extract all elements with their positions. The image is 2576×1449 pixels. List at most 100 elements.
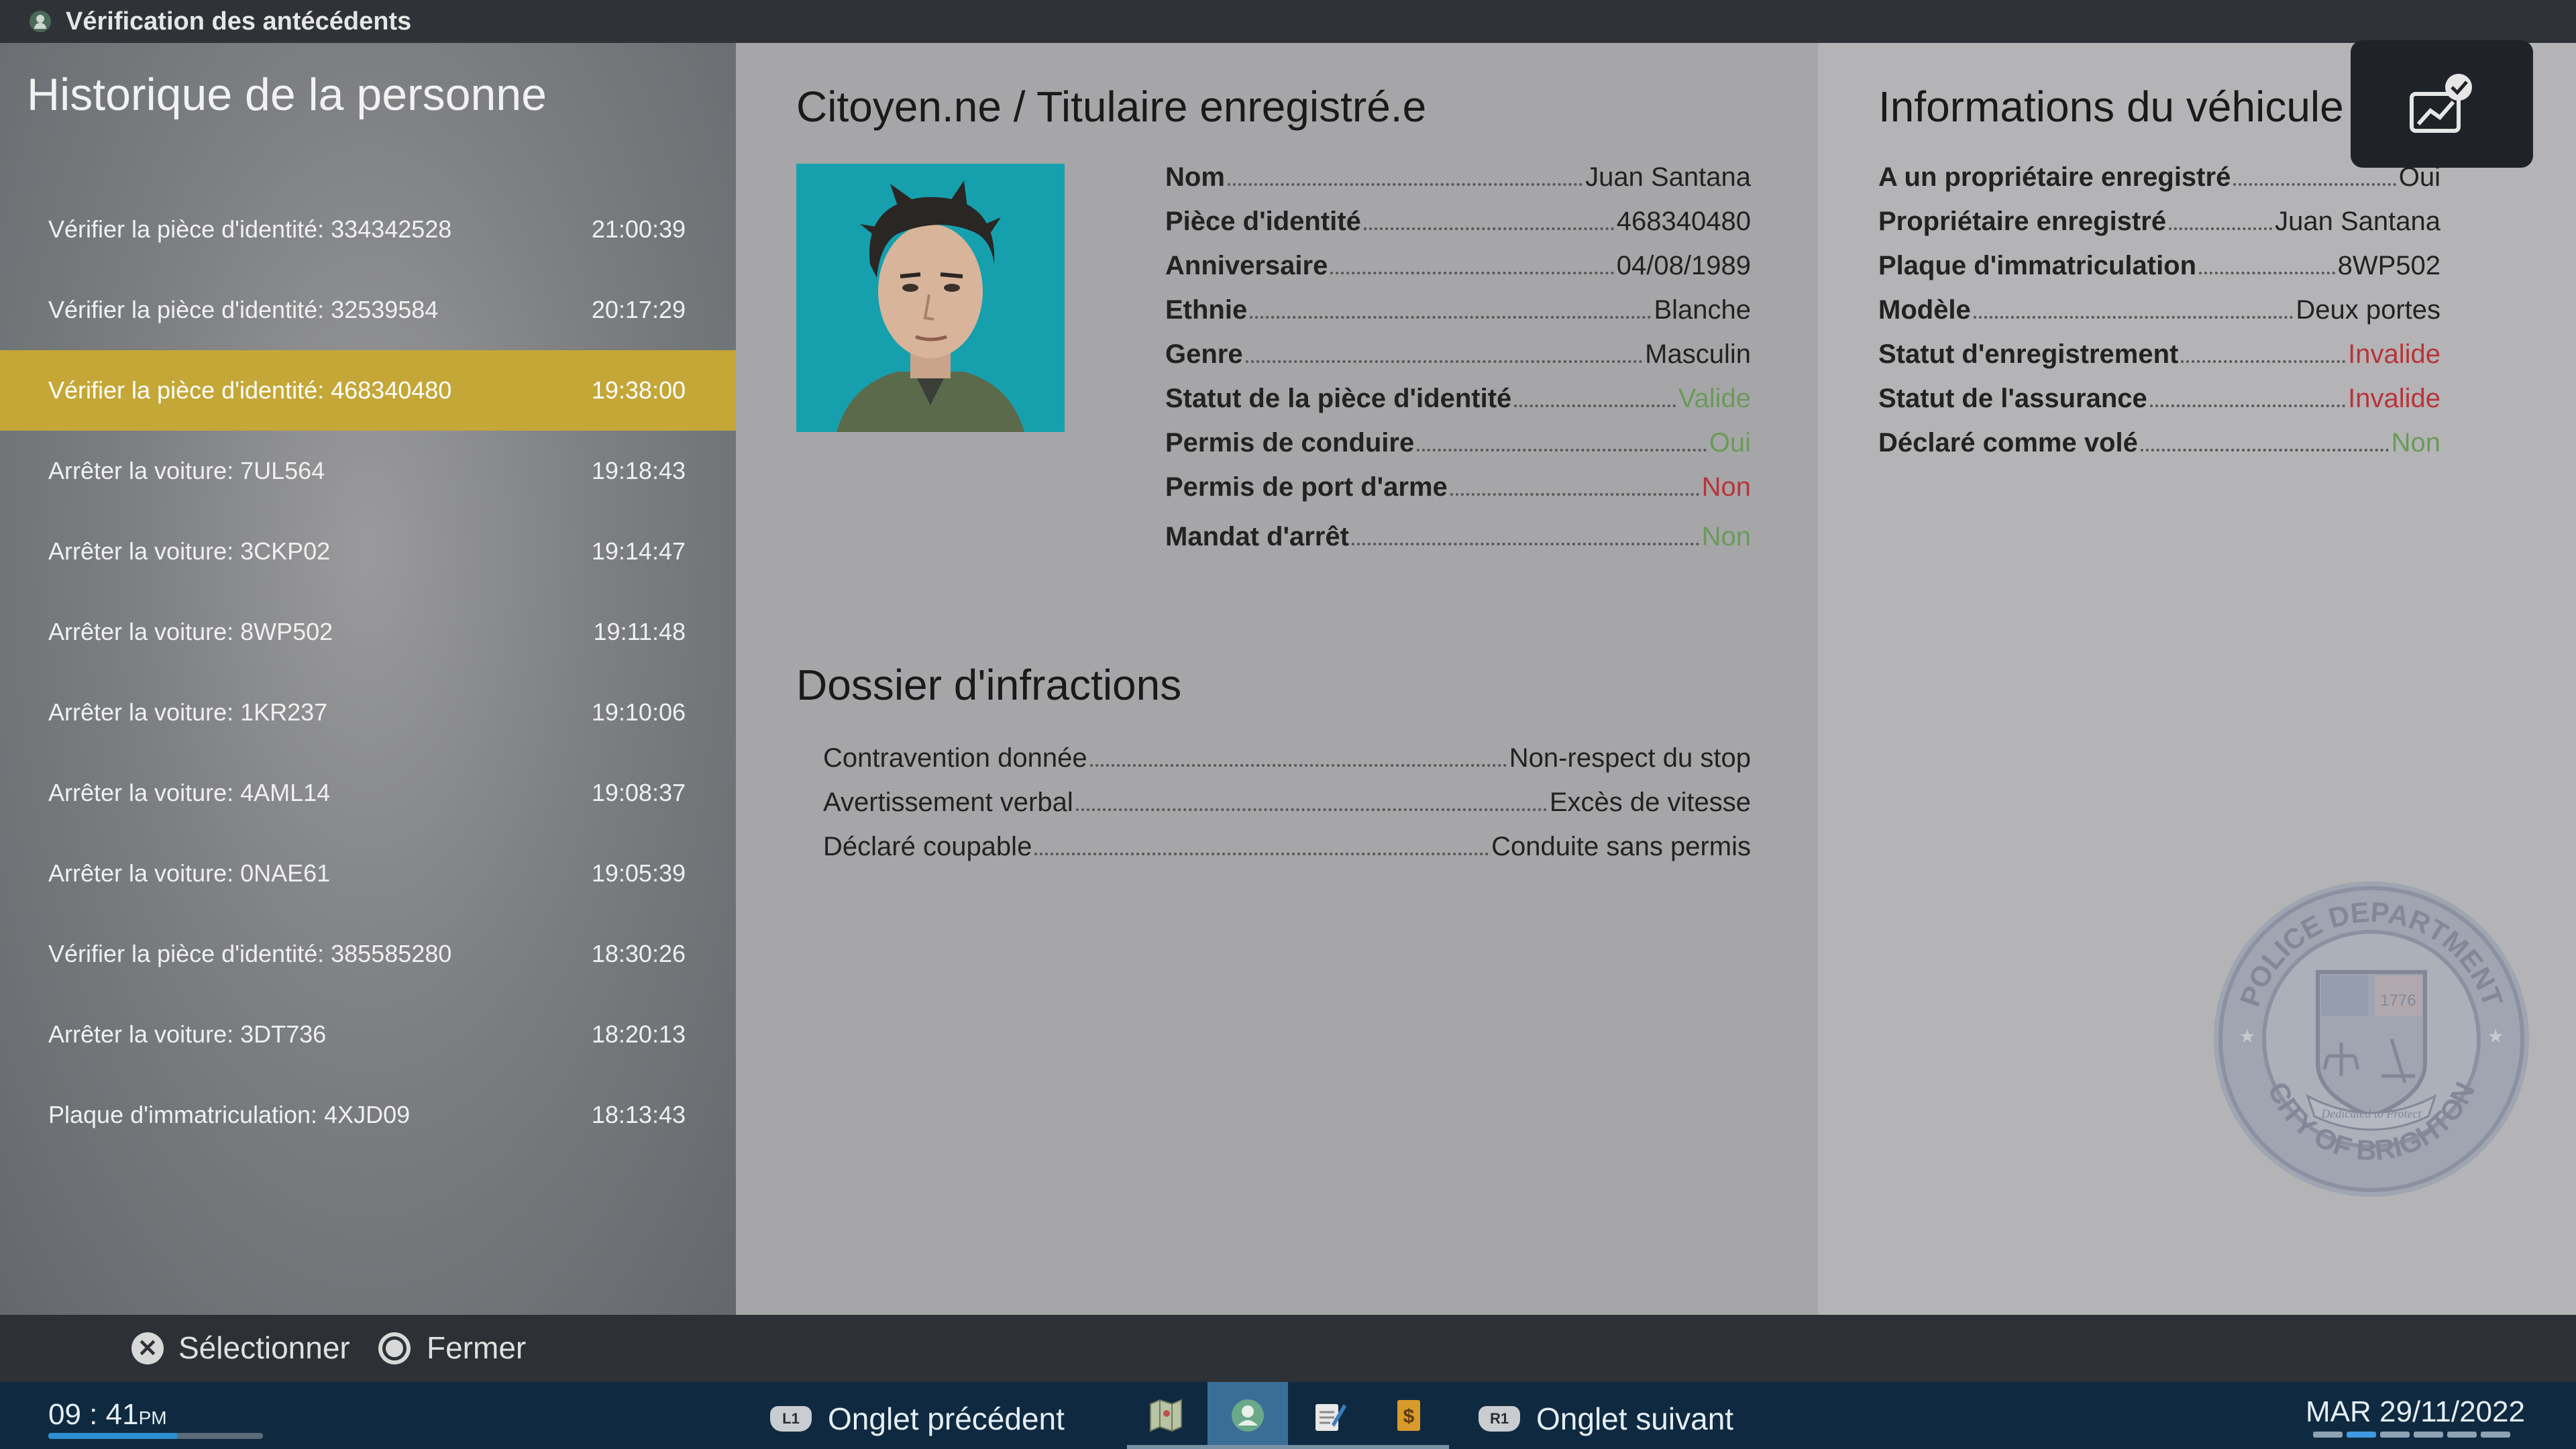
dot-leader (2199, 272, 2335, 274)
field-value: Masculin (1645, 339, 1751, 369)
field-label: Statut d'enregistrement (1878, 339, 2179, 369)
history-item[interactable]: Arrêter la voiture: 0NAE61 19:05:39 (0, 833, 736, 914)
svg-text:★: ★ (2487, 1026, 2504, 1046)
app-tabs-underline (1127, 1445, 1449, 1449)
clock: 09 : 41PM (48, 1398, 167, 1432)
history-item[interactable]: Vérifier la pièce d'identité: 385585280 1… (0, 914, 736, 994)
analytics-check-button[interactable] (2351, 40, 2533, 168)
citizen-portrait (796, 164, 1065, 432)
person-check-icon[interactable] (1226, 1394, 1269, 1437)
date-display: MAR 29/11/2022 (2306, 1395, 2525, 1428)
dot-leader (2169, 227, 2273, 230)
history-item-time: 19:10:06 (591, 698, 686, 726)
history-item[interactable]: Vérifier la pièce d'identité: 32539584 20… (0, 270, 736, 350)
citizen-field-row: Permis de conduire Oui (1165, 428, 1751, 458)
offense-row: Avertissement verbal Excès de vitesse (823, 788, 1751, 818)
history-item[interactable]: Arrêter la voiture: 3DT736 18:20:13 (0, 994, 736, 1075)
dot-leader (1089, 764, 1507, 767)
field-value: 04/08/1989 (1616, 251, 1751, 280)
history-item-label: Arrêter la voiture: 7UL564 (48, 457, 325, 484)
citizen-field-row: Ethnie Blanche (1165, 295, 1751, 325)
vehicle-field-row: A un propriétaire enregistré Oui (1878, 162, 2440, 193)
history-item-time: 18:13:43 (591, 1101, 686, 1128)
vehicle-field-row: Propriétaire enregistré Juan Santana (1878, 207, 2440, 237)
field-label: Genre (1165, 339, 1243, 369)
field-value: Non (1701, 472, 1751, 502)
field-label: Modèle (1878, 295, 1971, 325)
field-label: Statut de la pièce d'identité (1165, 384, 1512, 413)
field-value: Juan Santana (1585, 162, 1751, 192)
prev-tab-label: Onglet précédent (828, 1401, 1065, 1436)
next-tab-button[interactable]: R1 Onglet suivant (1479, 1401, 1733, 1437)
dot-leader (2149, 405, 2346, 407)
history-item-time: 18:20:13 (591, 1020, 686, 1048)
vehicle-field-row: Statut de l'assurance Invalide (1878, 384, 2440, 414)
history-item-time: 21:00:39 (591, 215, 686, 243)
history-item[interactable]: Vérifier la pièce d'identité: 334342528 2… (0, 189, 736, 270)
history-item-label: Arrêter la voiture: 4AML14 (48, 779, 331, 806)
history-item[interactable]: Arrêter la voiture: 1KR237 19:10:06 (0, 672, 736, 753)
dot-leader (1075, 808, 1547, 811)
vehicle-field-row: Plaque d'immatriculation 8WP502 (1878, 251, 2440, 281)
history-item-label: Vérifier la pièce d'identité: 32539584 (48, 296, 439, 323)
select-label[interactable]: Sélectionner (178, 1330, 350, 1366)
dot-leader (1417, 449, 1707, 451)
history-item-label: Arrêter la voiture: 8WP502 (48, 618, 333, 645)
field-label: Statut de l'assurance (1878, 384, 2147, 413)
page-dot (2414, 1432, 2443, 1438)
field-value: Valide (1678, 384, 1751, 413)
cross-button-icon: ✕ (131, 1332, 164, 1364)
svg-text:$: $ (1403, 1405, 1415, 1428)
r1-button-icon: R1 (1479, 1406, 1520, 1432)
dot-leader (2140, 449, 2389, 451)
citizen-field-row: Anniversaire 04/08/1989 (1165, 251, 1751, 281)
field-value: Non (2391, 428, 2440, 458)
dot-leader (1363, 227, 1614, 230)
history-item[interactable]: Arrêter la voiture: 7UL564 19:18:43 (0, 431, 736, 511)
field-label: Propriétaire enregistré (1878, 207, 2167, 236)
field-value: Blanche (1654, 295, 1751, 325)
dot-leader (1973, 316, 2294, 319)
page-dot (2447, 1432, 2477, 1438)
field-label: Plaque d'immatriculation (1878, 251, 2197, 280)
history-panel: Historique de la personne Vérifier la pi… (0, 43, 736, 1315)
clock-time: 09 : 41 (48, 1398, 139, 1431)
dot-leader (1245, 360, 1643, 363)
history-item-label: Arrêter la voiture: 1KR237 (48, 698, 328, 726)
history-item-label: Arrêter la voiture: 3CKP02 (48, 537, 331, 565)
svg-text:★: ★ (2239, 1026, 2255, 1046)
citizen-field-row: Nom Juan Santana (1165, 162, 1751, 193)
circle-button-icon (378, 1332, 411, 1364)
history-item[interactable]: Arrêter la voiture: 4AML14 19:08:37 (0, 753, 736, 833)
history-item-time: 19:38:00 (591, 376, 686, 404)
clipboard-pen-icon[interactable] (1308, 1394, 1351, 1437)
history-item[interactable]: Arrêter la voiture: 3CKP02 19:14:47 (0, 511, 736, 592)
prev-tab-button[interactable]: L1 Onglet précédent (770, 1401, 1065, 1437)
history-item[interactable]: Vérifier la pièce d'identité: 468340480 1… (0, 350, 736, 431)
map-icon[interactable] (1144, 1394, 1187, 1437)
history-item-label: Vérifier la pièce d'identité: 334342528 (48, 215, 452, 243)
dot-leader (1227, 183, 1583, 186)
history-item[interactable]: Plaque d'immatriculation: 4XJD09 18:13:43 (0, 1075, 736, 1155)
field-label: Ethnie (1165, 295, 1248, 325)
offense-value: Conduite sans permis (1491, 832, 1751, 861)
l1-button-icon: L1 (770, 1406, 812, 1432)
field-value: 468340480 (1616, 207, 1751, 236)
history-item-time: 19:11:48 (593, 618, 686, 645)
dot-leader (1514, 405, 1676, 407)
history-item-time: 19:05:39 (591, 859, 686, 887)
history-item-time: 19:18:43 (591, 457, 686, 484)
citizen-field-row: Statut de la pièce d'identité Valide (1165, 384, 1751, 414)
dollar-ledger-icon[interactable]: $ (1387, 1394, 1430, 1437)
history-item[interactable]: Arrêter la voiture: 8WP502 19:11:48 (0, 592, 736, 672)
taskbar: 09 : 41PM L1 Onglet précédent $ R1 Ongle… (0, 1382, 2576, 1449)
clock-ampm: PM (138, 1407, 167, 1428)
police-seal-logo: POLICE DEPARTMENT CITY OF BRIGHTON 1776 … (2207, 875, 2536, 1203)
field-value: Juan Santana (2275, 207, 2440, 236)
day-progress-bar (48, 1433, 263, 1439)
offense-label: Contravention donnée (823, 743, 1087, 773)
offense-row: Contravention donnée Non-respect du stop (823, 743, 1751, 773)
page-indicator (2313, 1432, 2510, 1438)
close-label[interactable]: Fermer (427, 1330, 526, 1366)
vehicle-field-row: Déclaré comme volé Non (1878, 428, 2440, 458)
